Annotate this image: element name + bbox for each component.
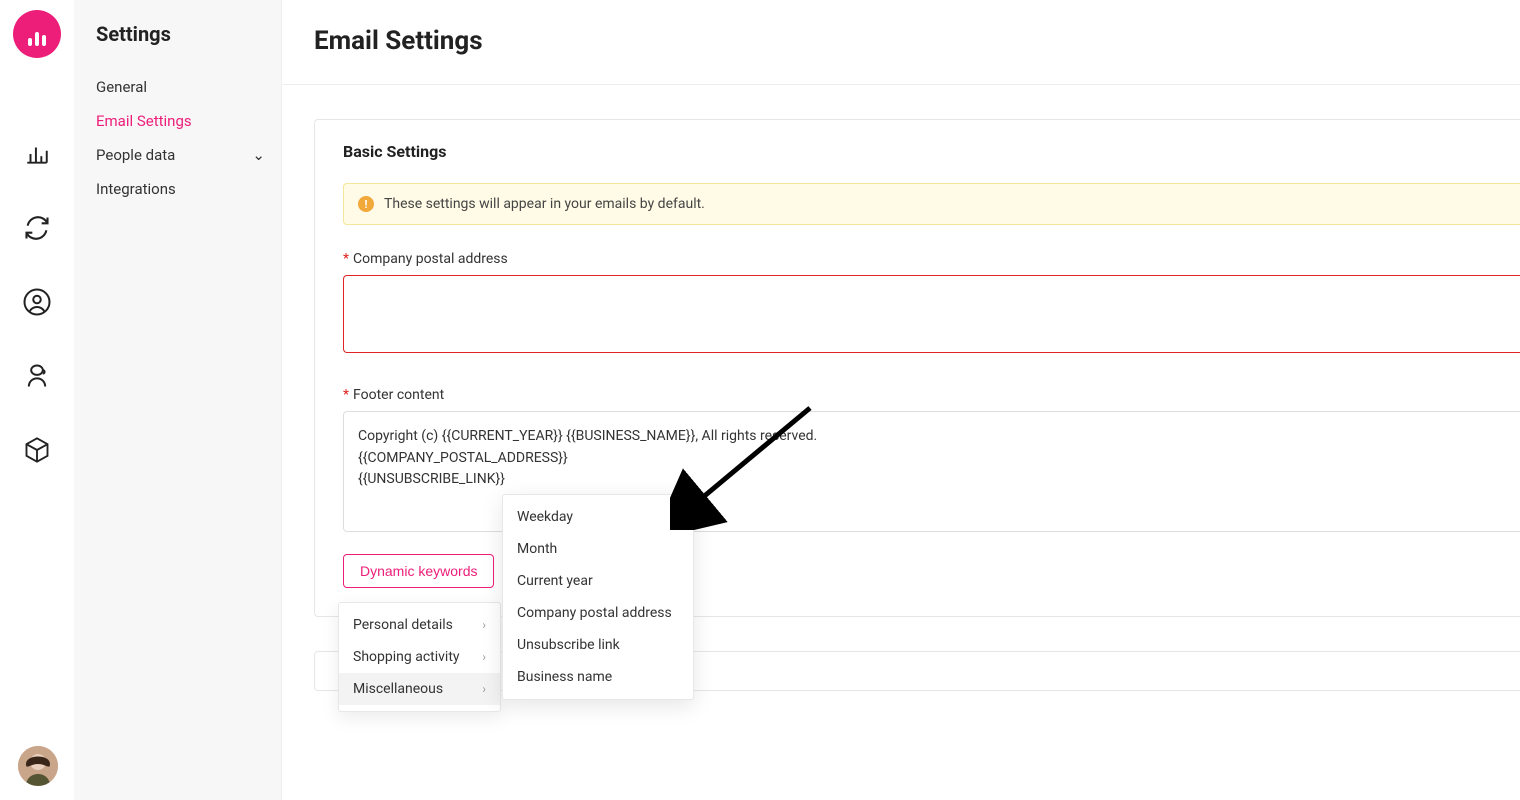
person-circle-icon[interactable] [21,286,53,318]
required-asterisk: * [343,251,349,267]
menu-item-personal-details[interactable]: Personal details› [339,609,500,641]
info-alert: ! These settings will appear in your ema… [343,183,1520,225]
footer-content-label: * Footer content [343,387,1520,403]
required-asterisk: * [343,387,349,403]
miscellaneous-submenu: Weekday Month Current year Company posta… [502,494,694,700]
submenu-item-current-year[interactable]: Current year [503,565,693,597]
submenu-item-unsubscribe-link[interactable]: Unsubscribe link [503,629,693,661]
box-icon[interactable] [21,434,53,466]
alert-text: These settings will appear in your email… [384,196,705,212]
submenu-item-month[interactable]: Month [503,533,693,565]
page-title: Email Settings [314,26,1520,56]
sidebar-item-email-settings[interactable]: Email Settings [96,104,281,138]
app-logo[interactable] [13,10,61,58]
section-title: Basic Settings [343,142,1520,161]
submenu-item-weekday[interactable]: Weekday [503,501,693,533]
chevron-down-icon: ⌄ [252,146,265,164]
info-icon: ! [358,196,374,212]
company-address-input[interactable] [343,275,1520,353]
app-icon-rail [0,0,74,800]
basic-settings-card: Basic Settings ! These settings will app… [314,119,1520,617]
user-avatar[interactable] [18,746,58,786]
analytics-icon[interactable] [21,138,53,170]
sidebar-item-integrations[interactable]: Integrations [96,172,281,206]
menu-item-miscellaneous[interactable]: Miscellaneous› [339,673,500,705]
dynamic-keywords-button[interactable]: Dynamic keywords [343,554,494,588]
dynamic-keywords-menu: Personal details› Shopping activity› Mis… [338,602,501,712]
sidebar-item-people-data[interactable]: People data⌄ [96,138,281,172]
submenu-item-company-postal-address[interactable]: Company postal address [503,597,693,629]
settings-sidebar: Settings General Email Settings People d… [74,0,282,800]
sync-icon[interactable] [21,212,53,244]
sidebar-item-general[interactable]: General [96,70,281,104]
header-divider [282,84,1520,85]
menu-item-shopping-activity[interactable]: Shopping activity› [339,641,500,673]
chevron-right-icon: › [482,682,486,696]
chevron-right-icon: › [482,618,486,632]
person-headset-icon[interactable] [21,360,53,392]
company-address-label: * Company postal address [343,251,1520,267]
chevron-right-icon: › [482,650,486,664]
submenu-item-business-name[interactable]: Business name [503,661,693,693]
sidebar-title: Settings [96,22,281,46]
